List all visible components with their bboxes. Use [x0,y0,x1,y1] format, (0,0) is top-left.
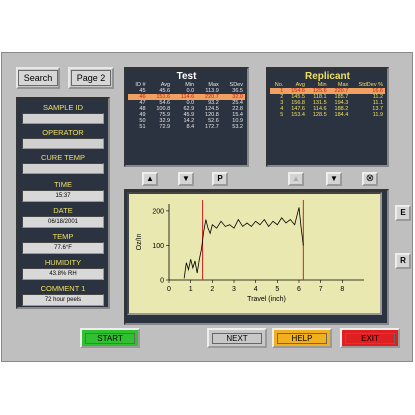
search-button[interactable]: Search [16,67,60,89]
exit-button[interactable]: EXIT [340,328,400,348]
test-cell: 8.4 [186,124,195,130]
x-tick-label: 8 [340,286,344,293]
y-tick-label: 100 [152,243,164,250]
x-axis-label: Travel (inch) [247,296,286,303]
replicant-up-button[interactable]: ▲ [288,172,304,186]
start-label: START [85,332,135,344]
down-arrow-icon: ▼ [182,174,190,183]
peel-graph: 0 1 2 3 4 5 6 7 8 0 100 200 Travel (inch) Oz/In [127,192,382,315]
replicant-table: No. Avg Min Max StdDev % 1 154.6 125.6 220.7 16.… [270,82,385,118]
test-cell: 72.9 [159,124,171,130]
humidity-label: HUMIDITY [44,258,82,267]
y-axis-label: Oz/In [136,234,143,251]
x-tick-label: 7 [319,286,323,293]
test-up-button[interactable]: ▲ [142,172,158,186]
help-label: HELP [277,332,327,344]
test-down-button[interactable]: ▼ [178,172,194,186]
down-arrow-icon: ▼ [330,174,338,183]
e-label: E [400,208,406,217]
y-tick-label: 200 [152,208,164,215]
replicant-row[interactable]: 5 153.4 128.5 184.4 11.9 [270,112,385,118]
up-arrow-icon: ▲ [292,174,300,183]
time-label: TIME [54,180,72,189]
print-button[interactable]: P [212,172,228,186]
print-label: P [217,174,223,183]
page2-button-label: Page 2 [70,70,112,86]
test-cell: 53.2 [232,124,243,130]
replicant-cell: 153.4 [291,112,305,118]
next-label: NEXT [212,332,262,344]
page2-button[interactable]: Page 2 [68,67,114,89]
x-tick-label: 0 [167,286,171,293]
humidity-value: 43.8% RH [22,268,104,280]
replicant-cell: 11.9 [372,112,383,118]
sample-id-label: SAMPLE ID [42,103,83,112]
replicant-cell: 128.5 [312,112,327,118]
search-button-label: Search [17,70,59,86]
r-button[interactable]: R [395,253,411,269]
exit-label: EXIT [345,332,395,344]
operator-field[interactable] [22,138,104,149]
date-label: DATE [53,206,73,215]
temp-value: 77.6°F [22,242,104,254]
x-tick-label: 4 [254,286,258,293]
e-button[interactable]: E [395,205,411,221]
y-tick-label: 0 [160,278,164,285]
next-button[interactable]: NEXT [207,328,267,348]
sample-info-panel: SAMPLE ID OPERATOR CURE TEMP TIME 15:37 … [16,97,110,309]
test-panel: Test ID # Avg Min Max SDev 45 45.6 0.0 113.9 36.… [124,67,249,167]
sample-id-field[interactable] [22,113,104,124]
replicant-title: Replicant [304,71,350,82]
up-arrow-icon: ▲ [146,174,154,183]
x-tick-label: 3 [232,286,236,293]
clear-icon: ⊗ [365,173,375,184]
test-cell: 172.7 [205,124,219,130]
x-tick-label: 5 [275,286,279,293]
x-tick-label: 2 [210,286,214,293]
comment-label: COMMENT 1 [40,284,86,293]
cure-temp-label: CURE TEMP [40,153,86,162]
start-button[interactable]: START [80,328,140,348]
test-title: Test [176,71,197,82]
temp-label: TEMP [52,232,74,241]
test-table: ID # Avg Min Max SDev 45 45.6 0.0 113.9 36.5 46 15… [128,82,245,130]
r-label: R [400,256,406,265]
replicant-cell: 184.4 [334,112,349,118]
date-value: 06/18/2001 [22,216,104,228]
clear-button[interactable]: ⊗ [362,172,378,186]
x-tick-label: 1 [189,286,193,293]
test-row[interactable]: 51 72.9 8.4 172.7 53.2 [128,124,245,130]
time-value: 15:37 [22,190,104,202]
comment-value[interactable]: 72 hour peels [22,294,104,306]
test-cell: 51 [139,124,146,130]
series-line [183,207,304,279]
help-button[interactable]: HELP [272,328,332,348]
replicant-down-button[interactable]: ▼ [326,172,342,186]
operator-label: OPERATOR [42,128,84,137]
cure-temp-field[interactable] [22,163,104,174]
replicant-panel: Replicant No. Avg Min Max StdDev % 1 154.6 125… [266,67,389,167]
peel-chart: 0 1 2 3 4 5 6 7 8 0 100 200 Travel (inch) Oz/In [136,200,364,303]
x-tick-label: 6 [297,286,301,293]
replicant-cell: 5 [280,112,284,118]
